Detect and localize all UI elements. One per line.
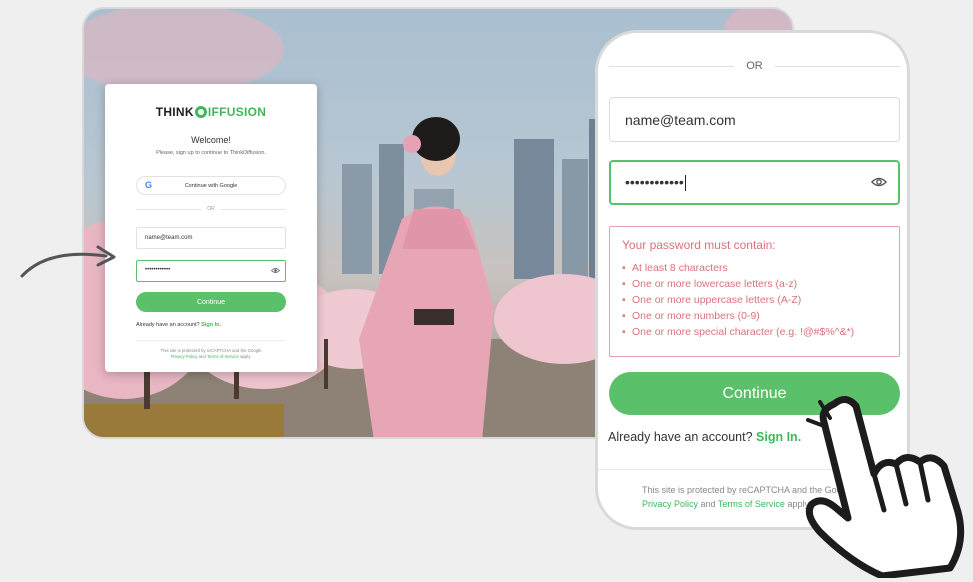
- signin-prompt: Already have an account? Sign In.: [136, 322, 221, 328]
- footer-divider: [136, 340, 286, 341]
- password-value-zoom: ••••••••••••: [625, 174, 684, 190]
- or-divider: OR: [136, 206, 286, 212]
- password-rule: One or more numbers (0-9): [622, 308, 887, 324]
- password-rule: One or more special character (e.g. !@#$…: [622, 324, 887, 340]
- continue-with-google-button[interactable]: G Continue with Google: [136, 176, 286, 195]
- continue-button[interactable]: Continue: [136, 292, 286, 312]
- google-button-label: Continue with Google: [184, 182, 238, 189]
- or-divider-zoom: OR: [609, 60, 900, 72]
- google-g-icon: G: [145, 180, 153, 190]
- privacy-policy-link[interactable]: Privacy Policy: [171, 354, 198, 359]
- welcome-subtitle: Please, sign up to continue to ThinkDiff…: [156, 150, 266, 156]
- terms-of-service-link[interactable]: Terms of Service: [207, 354, 239, 359]
- eye-icon[interactable]: [270, 267, 281, 276]
- recaptcha-notice: This site is protected by reCAPTCHA and …: [136, 348, 286, 360]
- or-label-zoom: OR: [746, 60, 763, 72]
- password-value: ••••••••••••: [145, 267, 171, 273]
- thinkdiffusion-logo: THINK IFFUSION: [105, 105, 317, 119]
- password-field[interactable]: ••••••••••••: [136, 260, 286, 282]
- logo-d-icon: [194, 106, 207, 118]
- logo-text-left: THINK: [155, 105, 194, 119]
- signin-prompt-text-zoom: Already have an account?: [608, 430, 753, 444]
- password-rule: One or more lowercase letters (a-z): [622, 276, 887, 292]
- welcome-heading: Welcome!: [191, 135, 231, 145]
- email-field-zoom[interactable]: name@team.com: [609, 97, 900, 142]
- password-requirements: Your password must contain: At least 8 c…: [609, 226, 900, 357]
- email-field[interactable]: name@team.com: [136, 227, 286, 249]
- privacy-policy-link-zoom[interactable]: Privacy Policy: [642, 499, 698, 509]
- signin-prompt-text: Already have an account?: [136, 322, 200, 328]
- password-rules-list: At least 8 characters One or more lowerc…: [622, 260, 887, 340]
- password-rule: One or more uppercase letters (A-Z): [622, 292, 887, 308]
- pointing-hand-cursor-icon: [805, 396, 965, 578]
- legal-and-text-zoom: and: [700, 499, 716, 509]
- legal-and-text: and: [198, 354, 206, 359]
- recaptcha-text: This site is protected by reCAPTCHA and …: [160, 348, 262, 353]
- or-label: OR: [207, 206, 215, 212]
- terms-of-service-link-zoom[interactable]: Terms of Service: [718, 499, 785, 509]
- signin-link[interactable]: Sign In.: [201, 322, 221, 328]
- curved-arrow-icon: [20, 245, 116, 278]
- signin-prompt-zoom: Already have an account? Sign In.: [608, 430, 801, 444]
- password-field-zoom[interactable]: ••••••••••••: [609, 160, 900, 205]
- password-rule: At least 8 characters: [622, 260, 887, 276]
- logo-text-right: IFFUSION: [207, 105, 267, 119]
- text-caret: [684, 175, 686, 192]
- password-requirements-title: Your password must contain:: [622, 238, 776, 252]
- eye-icon[interactable]: [870, 175, 888, 191]
- signup-card: THINK IFFUSION Welcome! Please, sign up …: [105, 84, 317, 372]
- legal-apply-text: apply.: [240, 354, 252, 359]
